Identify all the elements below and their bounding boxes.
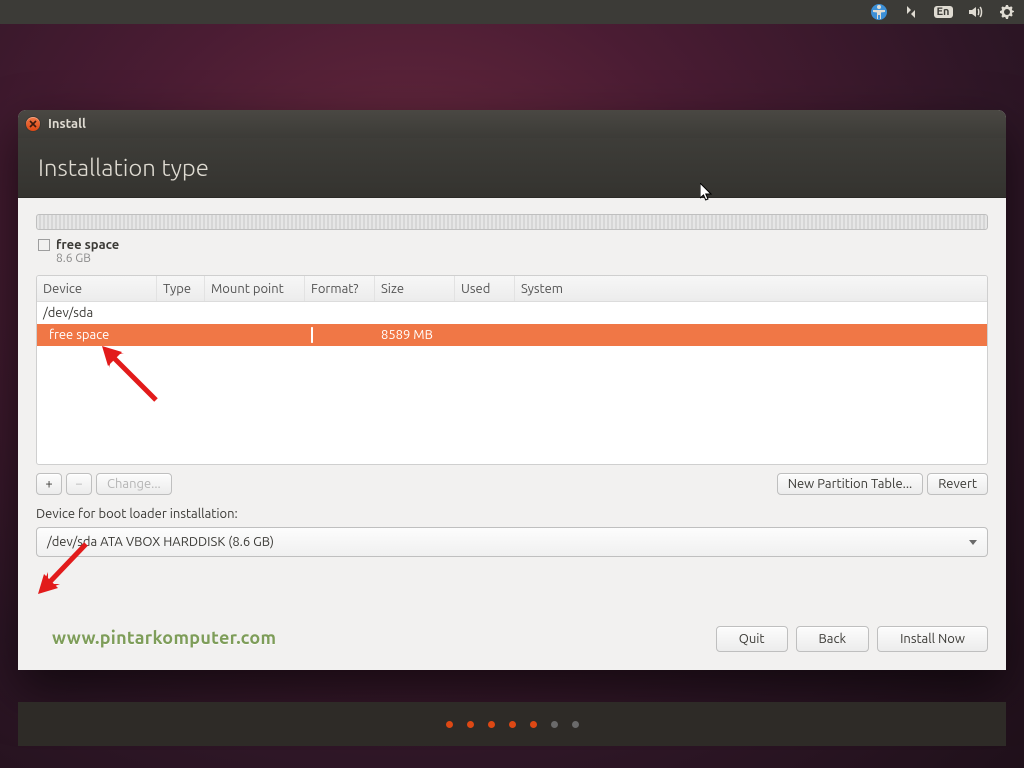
install-now-button[interactable]: Install Now — [877, 626, 988, 652]
slideshow-pager — [18, 702, 1006, 746]
top-menubar: En — [0, 0, 1024, 24]
pager-dot[interactable] — [530, 721, 537, 728]
disk-usage-strip — [36, 214, 988, 230]
table-row-free-space[interactable]: free space 8589 MB — [37, 324, 987, 346]
col-device[interactable]: Device — [37, 276, 157, 301]
change-partition-button[interactable]: Change... — [96, 473, 172, 495]
pager-dot[interactable] — [488, 721, 495, 728]
window-title: Install — [48, 117, 86, 131]
bootloader-device-combo[interactable]: /dev/sda ATA VBOX HARDDISK (8.6 GB) — [36, 527, 988, 557]
partition-table-header: Device Type Mount point Format? Size Use… — [37, 276, 987, 302]
revert-button[interactable]: Revert — [927, 473, 988, 495]
add-partition-button[interactable]: + — [36, 473, 62, 495]
close-icon[interactable] — [26, 117, 40, 131]
col-used[interactable]: Used — [455, 276, 515, 301]
quit-button[interactable]: Quit — [716, 626, 788, 652]
table-row-disk[interactable]: /dev/sda — [37, 302, 987, 324]
legend-swatch-icon — [38, 239, 50, 251]
remove-partition-button[interactable]: − — [66, 473, 92, 495]
pager-dot[interactable] — [509, 721, 516, 728]
col-system[interactable]: System — [515, 276, 987, 301]
col-mount[interactable]: Mount point — [205, 276, 305, 301]
language-indicator[interactable]: En — [934, 3, 952, 21]
partition-table: Device Type Mount point Format? Size Use… — [36, 275, 988, 465]
mouse-cursor-icon — [700, 183, 714, 203]
settings-gear-icon[interactable] — [998, 3, 1016, 21]
pager-dot[interactable] — [446, 721, 453, 728]
window-titlebar[interactable]: Install — [18, 110, 1006, 138]
cell-size: 8589 MB — [375, 328, 455, 342]
page-heading-bar: Installation type — [18, 138, 1006, 198]
pager-dot[interactable] — [572, 721, 579, 728]
cell-device: /dev/sda — [37, 306, 157, 320]
sound-icon[interactable] — [966, 3, 984, 21]
legend-name: free space — [56, 238, 119, 252]
pager-dot[interactable] — [551, 721, 558, 728]
bootloader-label: Device for boot loader installation: — [36, 507, 988, 521]
col-type[interactable]: Type — [157, 276, 205, 301]
accessibility-icon[interactable] — [870, 3, 888, 21]
col-size[interactable]: Size — [375, 276, 455, 301]
chevron-down-icon — [969, 540, 977, 545]
format-checkbox[interactable] — [311, 327, 313, 343]
installer-window: Install Installation type free space 8.6… — [18, 110, 1006, 670]
new-partition-table-button[interactable]: New Partition Table... — [777, 473, 924, 495]
wizard-footer-buttons: Quit Back Install Now — [716, 626, 988, 652]
network-icon[interactable] — [902, 3, 920, 21]
bootloader-device-value: /dev/sda ATA VBOX HARDDISK (8.6 GB) — [47, 535, 274, 549]
cell-device: free space — [37, 328, 157, 342]
watermark-text: www.pintarkomputer.com — [52, 628, 276, 648]
pager-dot[interactable] — [467, 721, 474, 728]
col-format[interactable]: Format? — [305, 276, 375, 301]
legend-size: 8.6 GB — [56, 252, 119, 265]
back-button[interactable]: Back — [796, 626, 870, 652]
disk-legend: free space 8.6 GB — [38, 238, 988, 265]
window-content: free space 8.6 GB Device Type Mount poin… — [18, 198, 1006, 670]
language-code: En — [934, 6, 953, 18]
page-title: Installation type — [38, 154, 209, 181]
partition-toolbar: + − Change... New Partition Table... Rev… — [36, 473, 988, 495]
